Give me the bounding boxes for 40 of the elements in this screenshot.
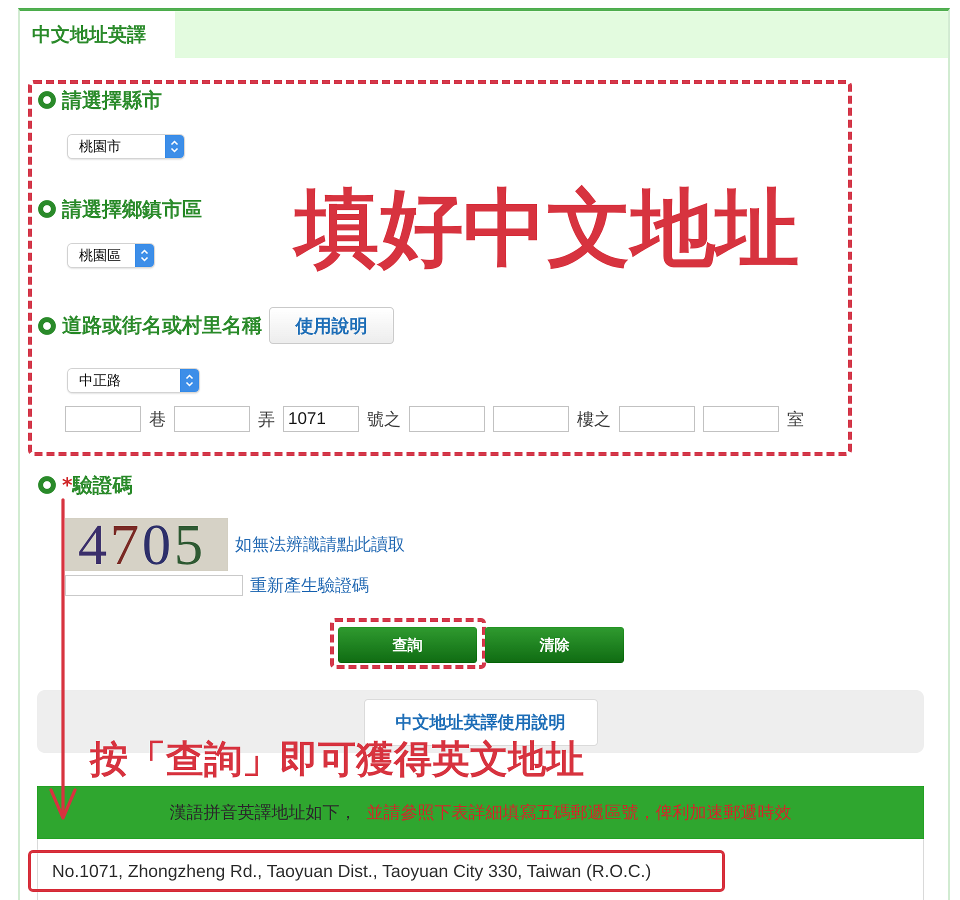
english-address: No.1071, Zhongzheng Rd., Taoyuan Dist., Taoyuan City 330, Taiwan (R.O.C.) bbox=[52, 860, 652, 882]
bullet-ring-icon bbox=[38, 200, 56, 218]
clear-button[interactable]: 清除 bbox=[485, 627, 624, 663]
field-label: 請選擇鄉鎮市區 bbox=[62, 196, 202, 222]
unit-label: 號之 bbox=[367, 408, 401, 430]
regenerate-link[interactable]: 重新產生驗證碼 bbox=[250, 574, 369, 597]
captcha-digit: 4 bbox=[78, 520, 107, 570]
unit-label: 弄 bbox=[258, 408, 275, 430]
captcha-digit: 7 bbox=[110, 520, 139, 570]
select-field[interactable]: 中正路 bbox=[68, 369, 199, 392]
unit-label: 巷 bbox=[149, 408, 166, 430]
unit-label: 樓之 bbox=[577, 408, 611, 430]
captcha-digit: 0 bbox=[142, 520, 171, 570]
field-label: 請選擇縣市 bbox=[62, 86, 162, 114]
bullet-ring-icon bbox=[38, 91, 56, 109]
field-label: 道路或街名或村里名稱 bbox=[62, 312, 262, 339]
result-note: 並請參照下表詳細填寫五碼郵遞區號，俾利加速郵遞時效 bbox=[366, 802, 792, 824]
required-asterisk: * bbox=[62, 473, 72, 497]
select-field[interactable]: 桃園區 bbox=[68, 244, 154, 267]
bullet-ring-icon bbox=[38, 316, 56, 334]
select-field[interactable]: 桃園市 bbox=[68, 135, 184, 158]
unit-label: 室 bbox=[787, 408, 804, 430]
address-input[interactable] bbox=[409, 406, 485, 432]
help-button[interactable]: 使用說明 bbox=[269, 307, 394, 344]
address-input[interactable] bbox=[65, 406, 141, 432]
captcha-input[interactable] bbox=[65, 575, 243, 596]
up-down-chevron-icon bbox=[165, 135, 184, 158]
up-down-chevron-icon bbox=[180, 369, 199, 392]
up-down-chevron-icon bbox=[135, 244, 154, 267]
query-button[interactable]: 查詢 bbox=[338, 627, 477, 663]
result-heading: 漢語拼音英譯地址如下， bbox=[170, 802, 356, 824]
address-input[interactable] bbox=[703, 406, 779, 432]
address-input[interactable] bbox=[619, 406, 695, 432]
address-input[interactable] bbox=[493, 406, 569, 432]
address-input[interactable]: 1071 bbox=[283, 406, 359, 432]
bullet-ring-icon bbox=[38, 476, 56, 494]
reload-link[interactable]: 如無法辨識請點此讀取 bbox=[235, 533, 405, 556]
address-input[interactable] bbox=[174, 406, 250, 432]
field-label: 驗證碼 bbox=[72, 472, 132, 498]
captcha-digit: 5 bbox=[174, 520, 203, 570]
